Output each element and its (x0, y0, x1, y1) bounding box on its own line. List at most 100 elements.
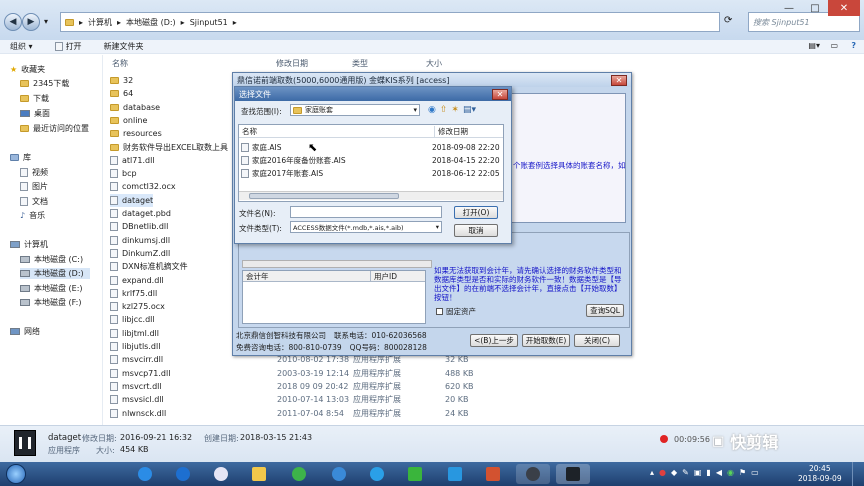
file-row[interactable]: msvcrt.dll 2018 09 09 20:42 应用程序扩展 620 KB (110, 380, 474, 393)
file-row[interactable]: libjtml.dll (110, 327, 159, 340)
file-row[interactable]: DBnetlib.dll (110, 220, 168, 233)
file-name: bcp (122, 169, 137, 179)
lookin-label: 查找范围(I): (241, 107, 282, 116)
grid-header-userid: 用户ID (374, 272, 397, 281)
filetype-select[interactable]: ACCESS数据文件(*.mdb,*.ais,*.aib) ▾ (290, 221, 442, 233)
tray-record-icon[interactable]: ● (659, 468, 666, 477)
tray-arrow-icon[interactable]: ▴ (650, 468, 654, 477)
taskbar-media-icon[interactable] (516, 464, 550, 484)
scrollbar-thumb[interactable] (249, 193, 399, 199)
file-icon (110, 275, 118, 285)
start-button[interactable] (6, 464, 26, 484)
file-row[interactable]: dataget (110, 193, 154, 207)
tray-screen-icon[interactable]: ▣ (694, 468, 702, 477)
close-dialog-button[interactable]: 关闭(C) (574, 334, 620, 347)
file-row[interactable]: bcp (110, 167, 137, 180)
taskbar-baidu-netdisk-icon[interactable] (204, 464, 238, 484)
view-menu-icon[interactable]: ▤▾ (463, 105, 476, 115)
taskbar-app-icon[interactable] (166, 464, 200, 484)
status-modified-label: 修改日期: (82, 434, 117, 443)
file-row[interactable]: libjcc.dll (110, 313, 155, 326)
file-row[interactable]: krlf75.dll (110, 287, 157, 300)
ais-file-row[interactable]: 家庭.AIS 2018-09-08 22:20 (241, 141, 501, 153)
file-row[interactable]: 32 (110, 74, 133, 87)
file-name: 财务软件导出EXCEL取数上具 (123, 142, 229, 152)
show-desktop-button[interactable] (852, 462, 864, 486)
file-row[interactable]: expand.dll (110, 274, 164, 287)
taskbar-ppt-icon[interactable] (476, 464, 510, 484)
file-row[interactable]: msvcirr.dll 2010-08-02 17:38 应用程序扩展 32 KB (110, 353, 468, 366)
taskbar: ▴ ● ◆ ✎ ▣ ▮ ◀ ◉ ⚑ ▭ 20:45 2018-09-09 (0, 462, 864, 486)
file-row[interactable]: atl71.dll (110, 154, 155, 167)
taskbar-iqiyi-icon[interactable] (398, 464, 432, 484)
filename-input[interactable] (290, 206, 442, 218)
taskbar-360-icon[interactable] (282, 464, 316, 484)
start-fetch-button[interactable]: 开始取数(E) (522, 334, 570, 347)
file-icon (110, 209, 118, 218)
ais-file-row[interactable]: 家庭2016年度备份账套.AIS 2018-04-15 22:20 (241, 154, 501, 166)
open-col-name[interactable]: 名称 (239, 125, 435, 137)
tray-network-icon[interactable]: ▮ (706, 468, 710, 477)
up-folder-icon[interactable]: ⇧ (440, 105, 448, 115)
folder-icon (110, 130, 119, 138)
file-row[interactable]: database (110, 101, 160, 114)
back-icon[interactable]: ◉ (428, 105, 436, 115)
file-row[interactable]: DXN标准机摘文件 (110, 260, 188, 273)
taskbar-explorer-icon[interactable] (242, 464, 276, 484)
datafetch-close-icon[interactable]: ✕ (611, 75, 627, 86)
file-row[interactable]: nlwnsck.dll 2011-07-04 8:54 应用程序扩展 24 KB (110, 407, 468, 420)
taskbar-clock[interactable]: 20:45 2018-09-09 (798, 464, 842, 484)
file-row[interactable]: msvsicl.dll 2010-07-14 13:03 应用程序扩展 20 KB (110, 393, 468, 406)
file-row[interactable]: libjutls.dll (110, 340, 160, 353)
year-grid[interactable]: 会计年 用户ID (242, 270, 426, 324)
taskbar-shield-icon[interactable] (438, 464, 472, 484)
query-sql-button[interactable]: 查询SQL (586, 304, 624, 317)
open-dialog-close-icon[interactable]: ✕ (492, 89, 508, 100)
grid-header-year: 会计年 (243, 271, 371, 281)
file-type: 应用程序扩展 (353, 408, 401, 418)
taskbar-ie2-icon[interactable] (322, 464, 356, 484)
fixed-asset-checkbox[interactable]: 固定资产 (436, 306, 476, 317)
file-row[interactable]: online (110, 114, 147, 127)
tray-monitor-icon[interactable]: ▭ (751, 468, 759, 477)
datafetch-hint-text: 个账套例选择具体的账套名称，如 (513, 161, 626, 170)
taskbar-ie-icon[interactable] (128, 464, 162, 484)
file-row[interactable]: DinkumZ.dll (110, 247, 170, 260)
file-row[interactable]: 财务软件导出EXCEL取数上具 (110, 141, 228, 154)
folder-icon (110, 77, 119, 84)
file-date: 2010-07-14 13:03 (277, 395, 350, 405)
file-row[interactable]: resources (110, 127, 162, 140)
file-row[interactable]: msvcp71.dll 2003-03-19 12:14 应用程序扩展 488 KB (110, 367, 474, 380)
details-pane: dataget 修改日期: 2016-09-21 16:32 创建日期: 201… (0, 425, 864, 462)
taskbar-browser-icon[interactable] (360, 464, 394, 484)
grid-scrollbar[interactable] (242, 260, 432, 268)
open-col-date[interactable]: 修改日期 (435, 126, 468, 137)
checkbox-icon (436, 308, 443, 315)
file-size: 20 KB (445, 395, 469, 405)
open-file-button[interactable]: 打开(O) (454, 206, 498, 219)
lookin-select[interactable]: 家庭账套 ▾ (290, 104, 420, 116)
cancel-button[interactable]: 取消 (454, 224, 498, 237)
file-type: 应用程序扩展 (353, 395, 401, 405)
open-list-scrollbar[interactable] (239, 191, 503, 200)
file-icon (110, 155, 118, 165)
file-icon (110, 302, 118, 312)
file-row[interactable]: kzl275.ocx (110, 300, 165, 313)
tray-flag-icon[interactable]: ⚑ (739, 468, 746, 477)
file-row[interactable]: dinkumsj.dll (110, 234, 170, 247)
file-row[interactable]: 64 (110, 87, 133, 100)
file-row[interactable]: dataget.pbd (110, 207, 171, 220)
file-icon (110, 235, 118, 245)
prev-step-button[interactable]: <(B)上一步 (470, 334, 518, 347)
taskbar-dataget-icon[interactable] (556, 464, 590, 484)
file-icon (110, 342, 118, 351)
ais-file-row[interactable]: 家庭2017年账套.AIS 2018-06-12 22:05 (241, 167, 501, 179)
tray-volume-icon[interactable]: ◀ (716, 468, 722, 477)
file-row[interactable]: comctl32.ocx (110, 180, 176, 193)
tray-app-icon[interactable]: ◆ (671, 468, 677, 477)
new-folder-icon[interactable]: ✶ (451, 105, 459, 115)
tray-pen-icon[interactable]: ✎ (682, 468, 689, 477)
file-icon (241, 142, 249, 152)
folder-icon (293, 106, 302, 114)
tray-browser-icon[interactable]: ◉ (727, 468, 734, 477)
